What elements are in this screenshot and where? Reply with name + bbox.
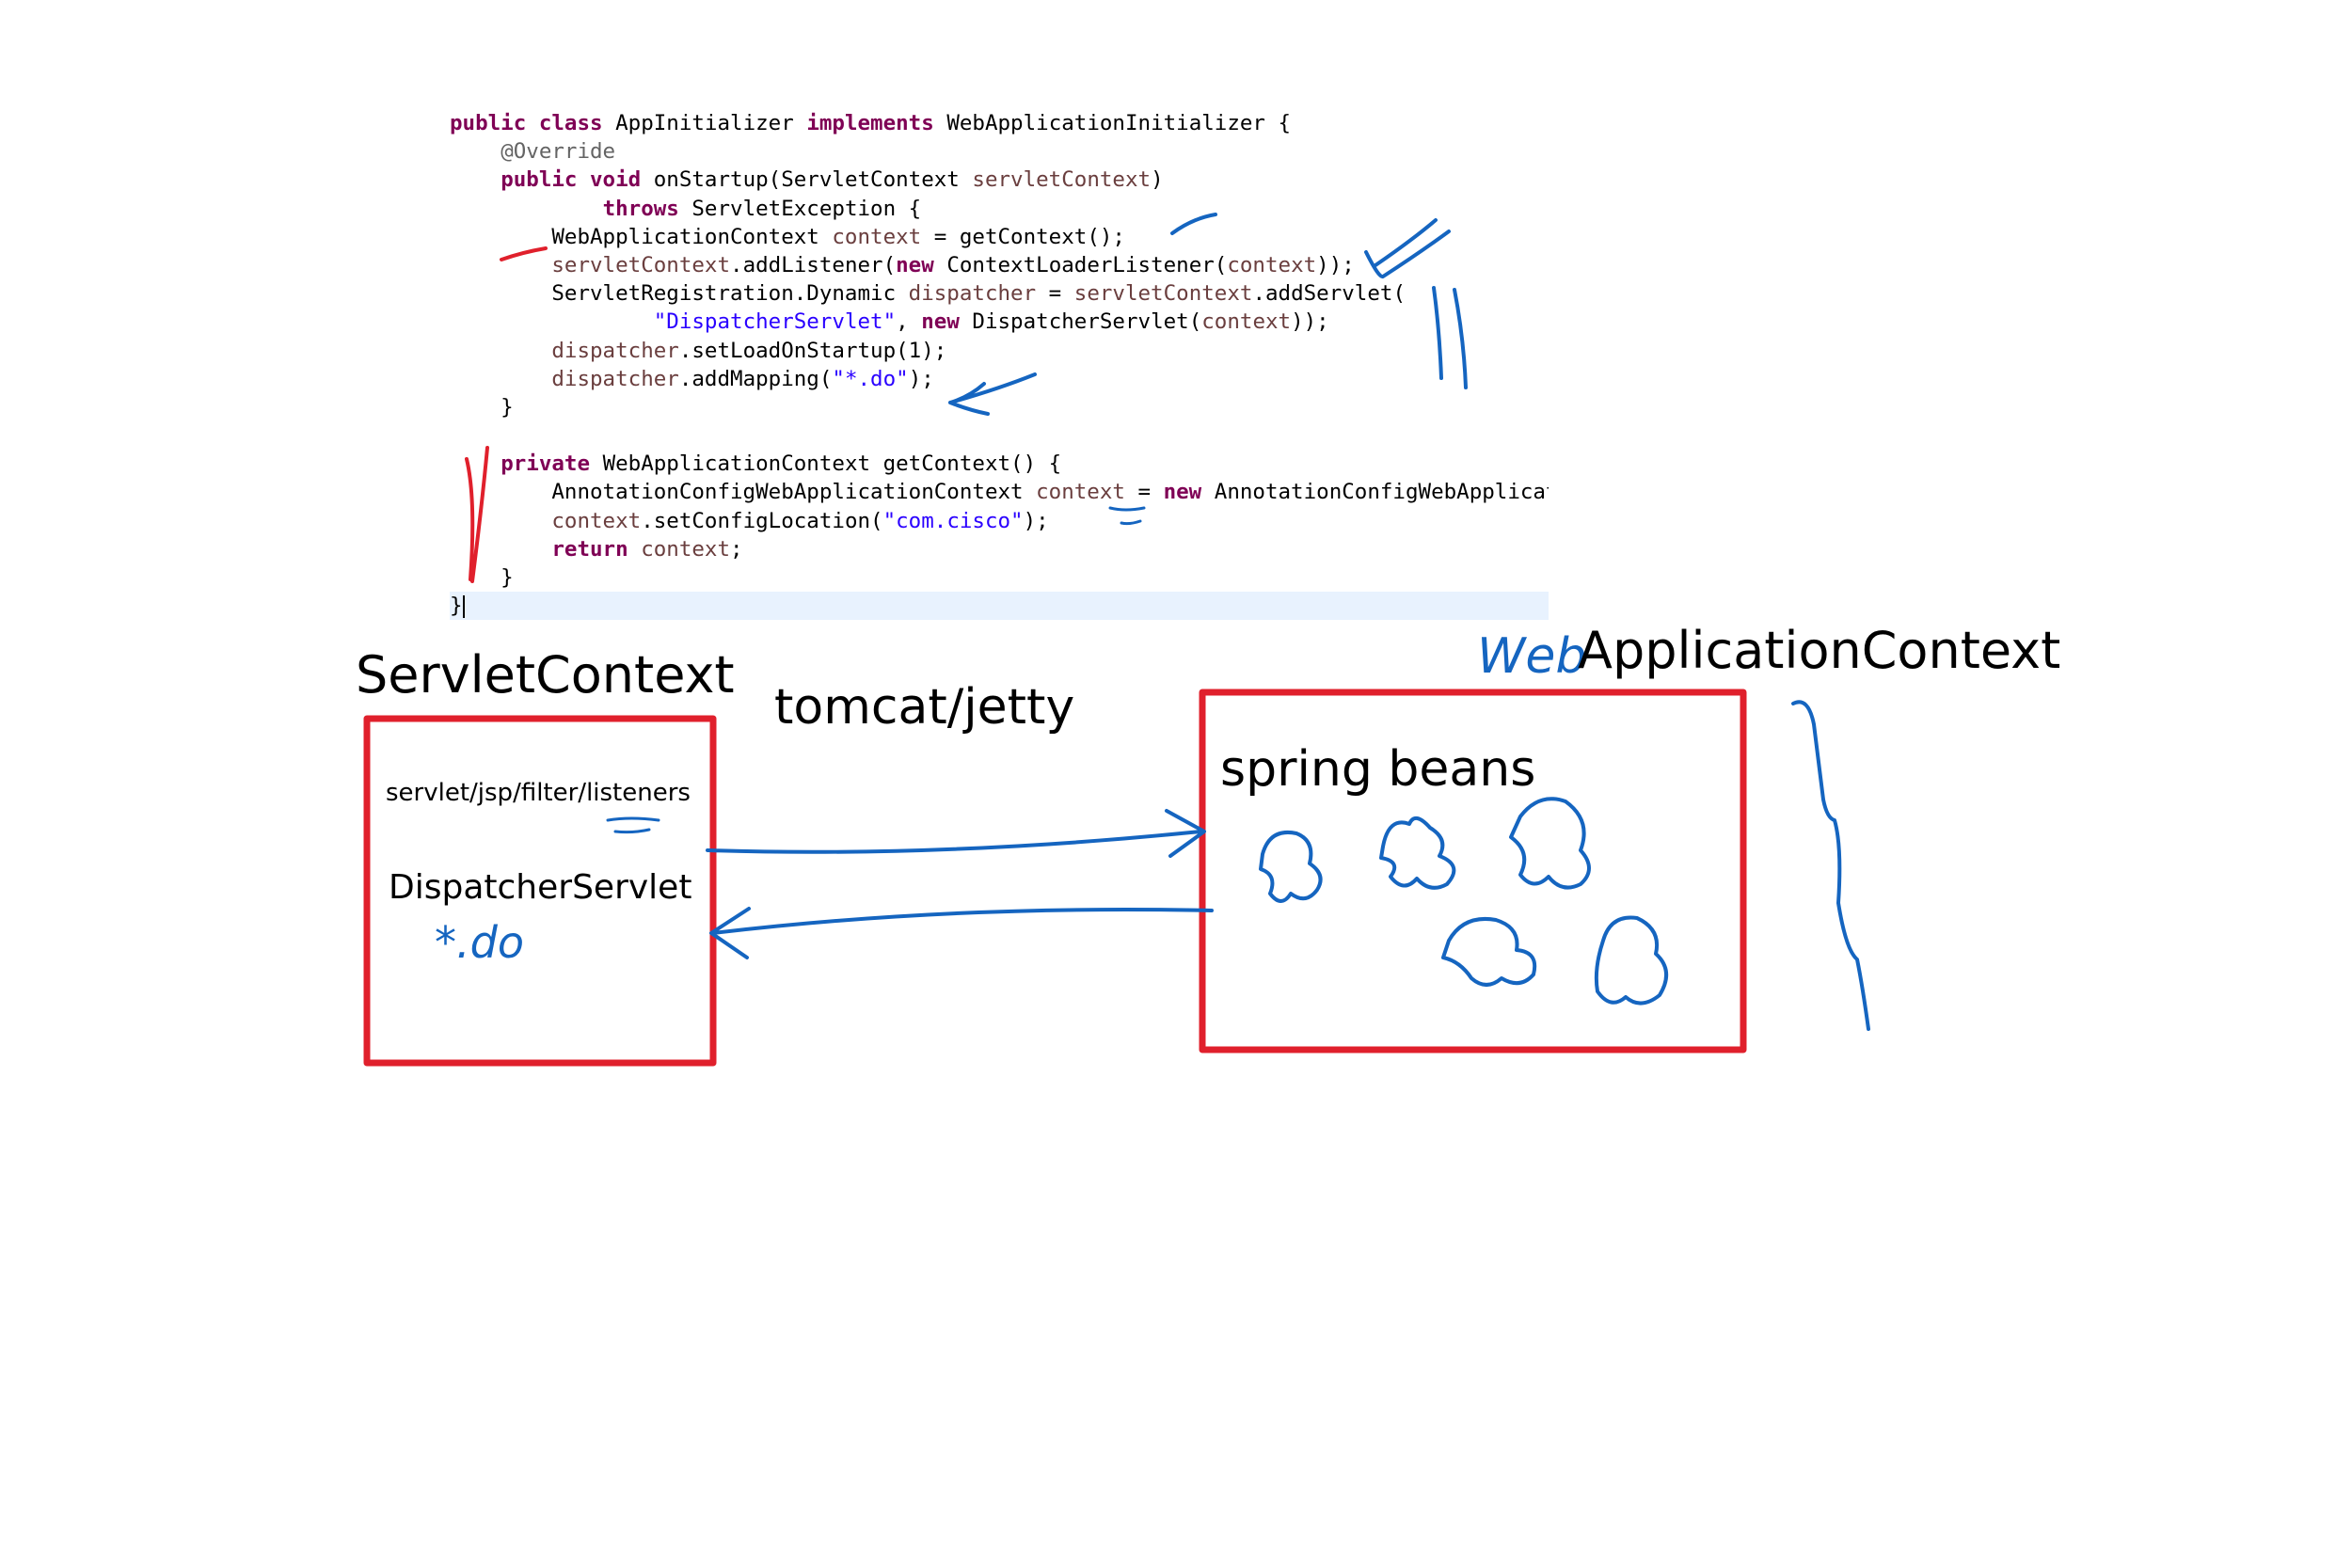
blue-arrow-mark: [948, 372, 1037, 416]
spring-bean-blob: [1379, 816, 1456, 890]
scope-brace-mark: [1791, 700, 1870, 1031]
blue-underline-listeners: [606, 816, 660, 834]
spring-bean-blob: [1441, 917, 1537, 987]
blue-double-bar-mark: [1432, 286, 1468, 389]
arrow-to-app-context: [706, 809, 1206, 858]
ink-layer: [363, 213, 1870, 1067]
arrow-to-servlet-context: [709, 907, 1214, 959]
app-context-box: [1199, 689, 1747, 1053]
spring-bean-blob: [1259, 831, 1323, 903]
spring-bean-blob: [1509, 797, 1591, 890]
red-tick-mark: [500, 246, 548, 261]
blue-underline-context: [1108, 506, 1146, 526]
red-bracket-mark: [465, 446, 489, 583]
blue-check-mark-2: [1364, 218, 1451, 279]
blue-check-mark-1: [1170, 213, 1217, 235]
servlet-context-box: [363, 715, 717, 1067]
spring-bean-blob: [1594, 915, 1668, 1006]
